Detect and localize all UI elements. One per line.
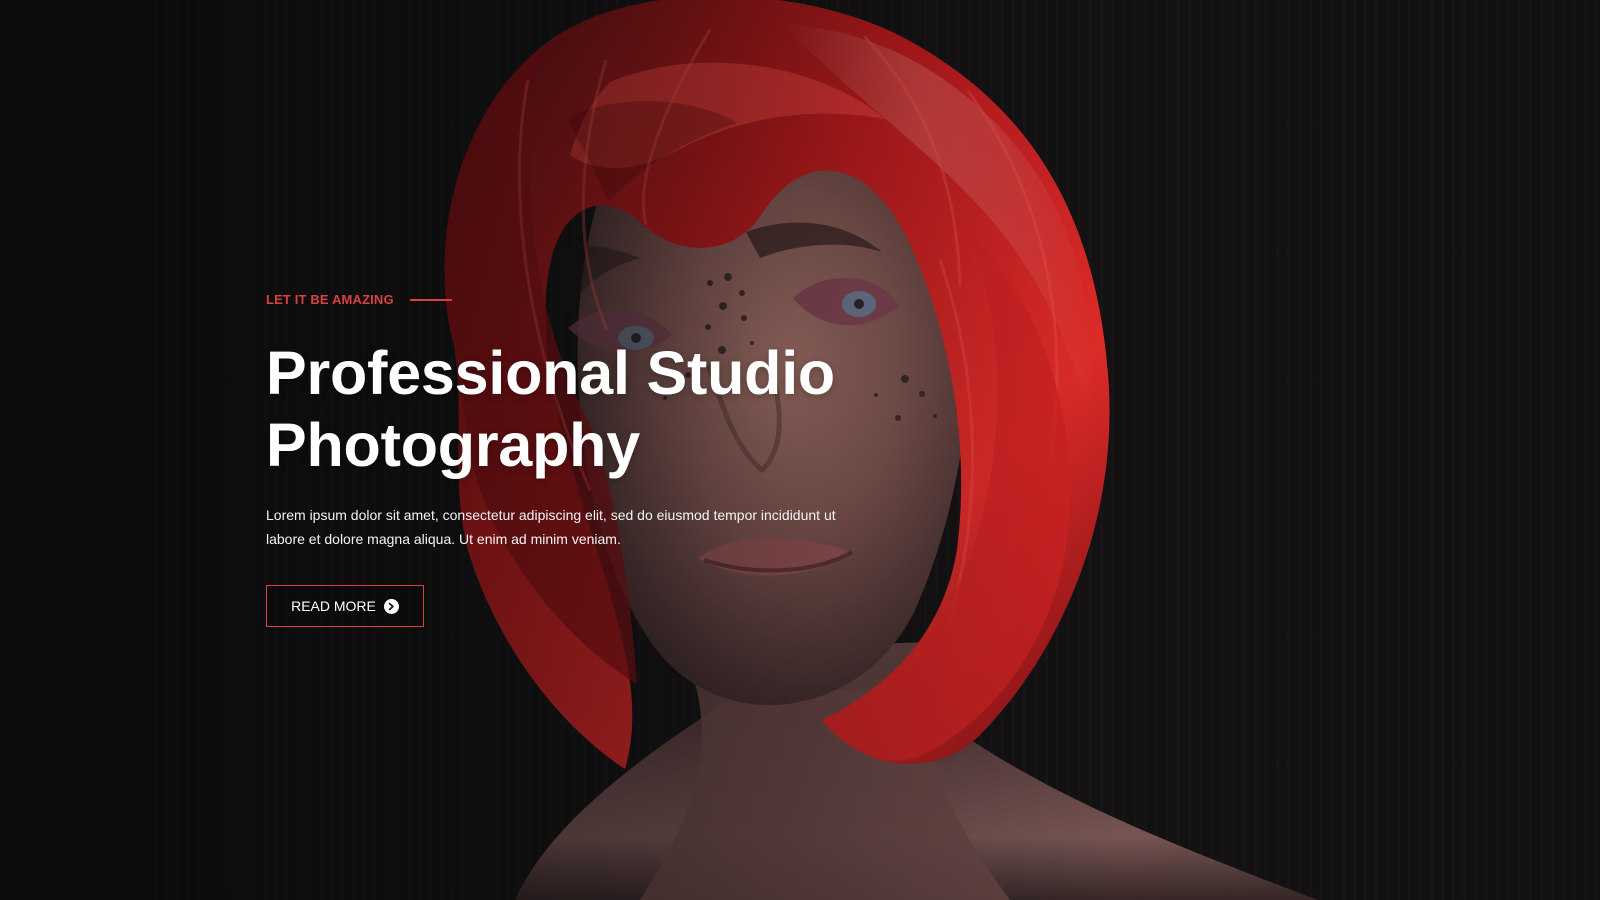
hero-title-line-2: Photography [266, 411, 640, 479]
hero-title: Professional Studio Photography [266, 337, 886, 481]
hero-content: LET IT BE AMAZING Professional Studio Ph… [266, 292, 886, 627]
hero-title-line-1: Professional Studio [266, 339, 835, 407]
read-more-button[interactable]: READ MORE [266, 585, 424, 627]
chevron-circle-right-icon [383, 598, 399, 614]
hero-section: LET IT BE AMAZING Professional Studio Ph… [0, 0, 1600, 900]
read-more-label: READ MORE [291, 598, 376, 614]
eyebrow-accent-line [409, 298, 452, 301]
eyebrow: LET IT BE AMAZING [266, 292, 886, 307]
hero-description: Lorem ipsum dolor sit amet, consectetur … [266, 507, 836, 547]
eyebrow-text: LET IT BE AMAZING [266, 292, 394, 307]
